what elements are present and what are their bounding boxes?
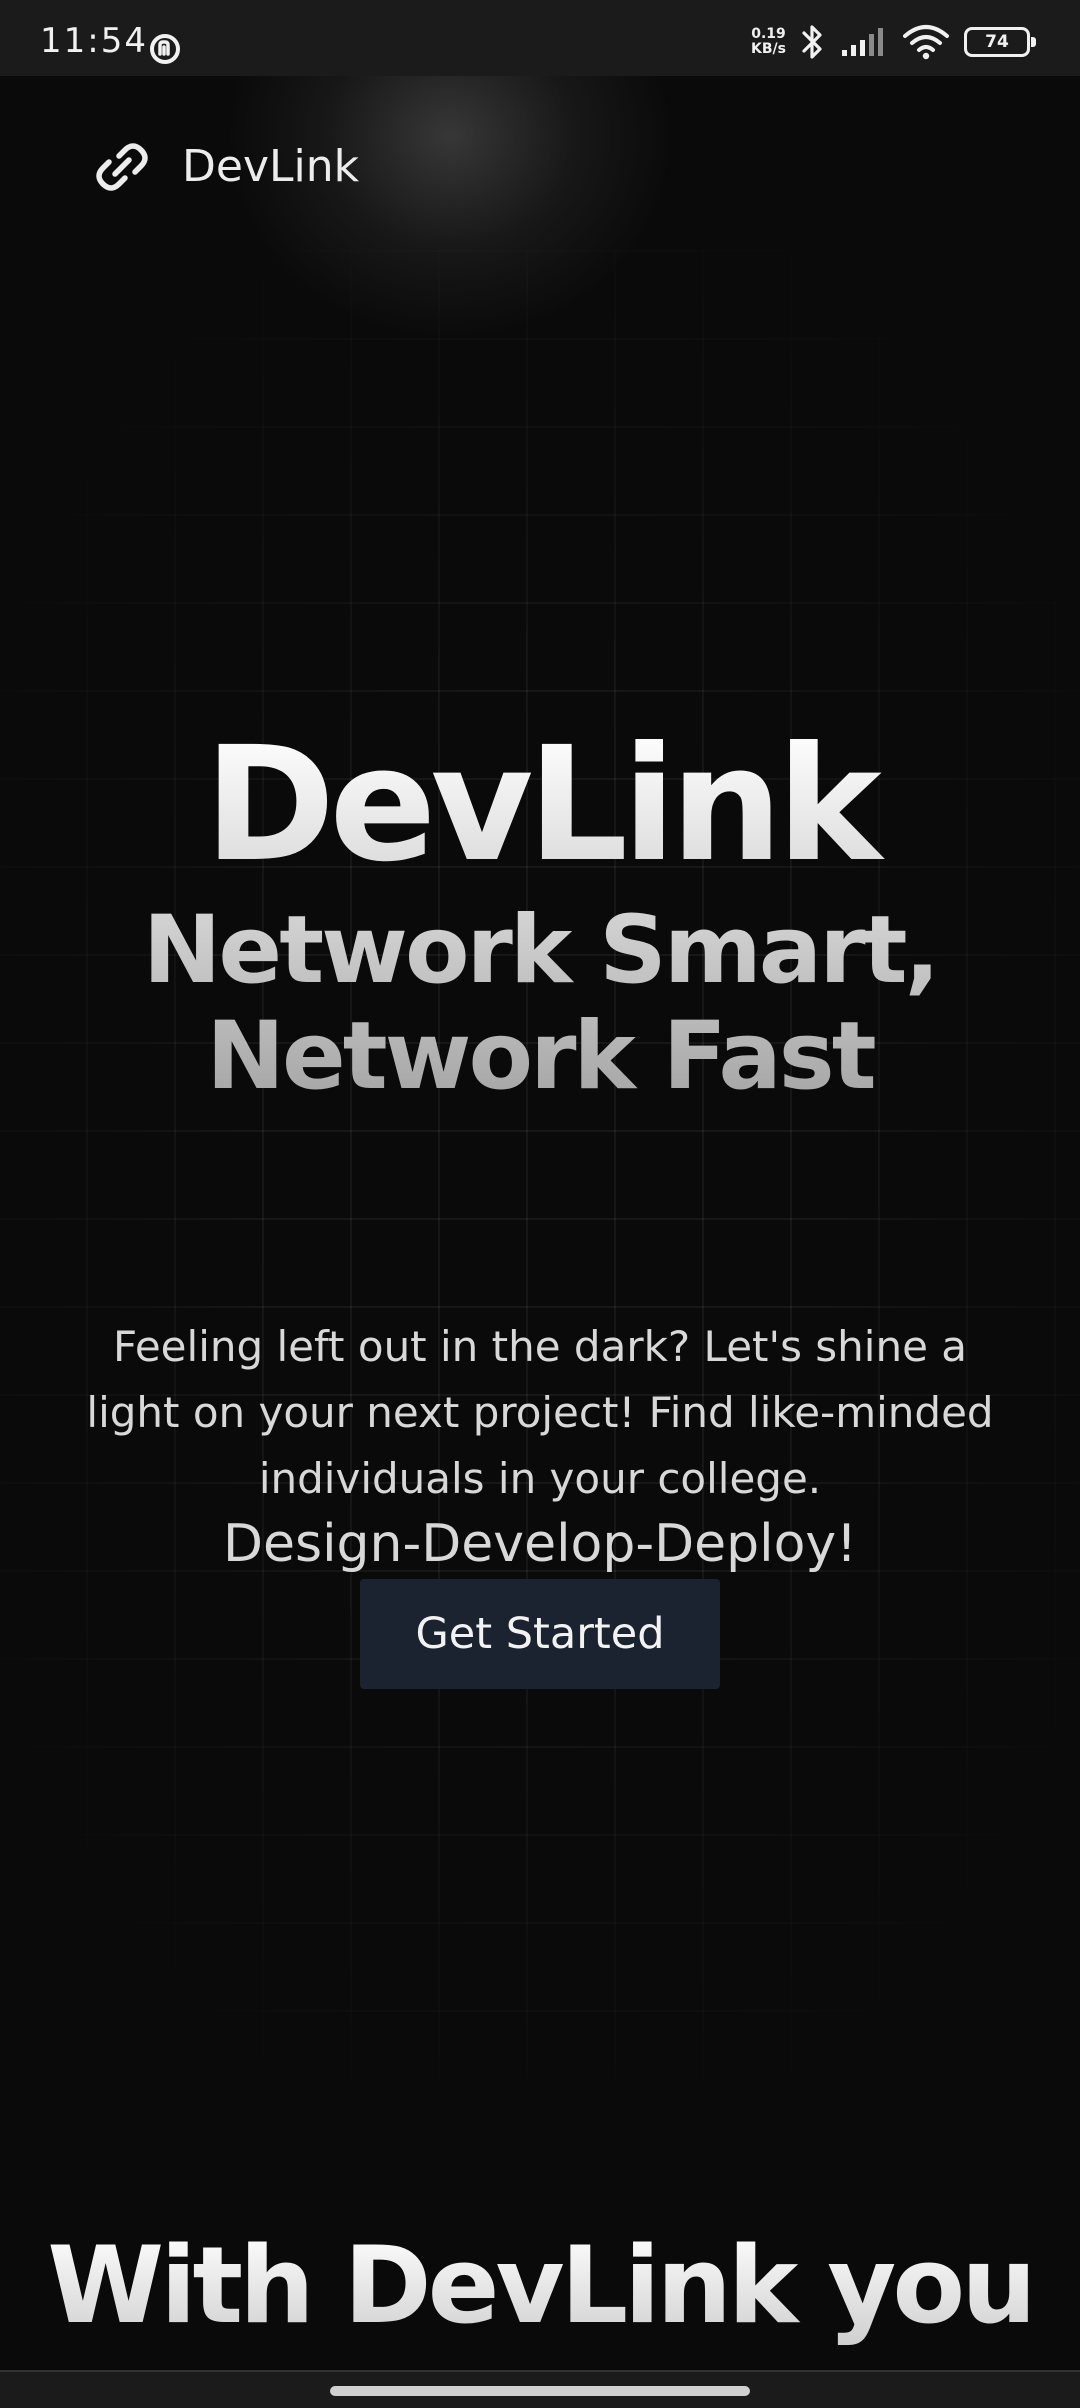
brand-name[interactable]: DevLink <box>182 145 359 189</box>
network-speed-unit: KB/s <box>751 41 786 57</box>
landing-page[interactable]: DevLink DevLink Network Smart, Network F… <box>0 76 1080 2370</box>
network-speed-value: 0.19 <box>751 26 786 42</box>
app-notification-icon <box>150 34 180 64</box>
description-line: Feeling left out in the dark? Let's shin… <box>112 1322 968 1371</box>
get-started-button[interactable]: Get Started <box>360 1579 720 1689</box>
hero-subtitle-line: Network Fast <box>206 1002 874 1111</box>
home-indicator[interactable] <box>330 2386 750 2396</box>
hero-tagline: Design-Develop-Deploy! <box>222 1514 858 1574</box>
app-header[interactable]: DevLink <box>92 132 359 202</box>
description-line: light on your next project! Find like-mi… <box>86 1388 994 1437</box>
battery-level: 74 <box>985 31 1009 52</box>
grid-background <box>0 250 1080 2082</box>
description-line: individuals in your college. <box>258 1454 822 1503</box>
link-icon <box>96 143 148 191</box>
bluetooth-icon <box>802 25 822 59</box>
network-speed: 0.19 KB/s <box>751 27 786 57</box>
hero-subtitle-line: Network Smart, <box>142 896 938 1005</box>
status-icons: 0.19 KB/s 74 <box>751 22 1036 62</box>
system-nav-bar <box>0 2370 1080 2408</box>
hero-subtitle: Network Smart, Network Fast <box>0 898 1080 1110</box>
hero-description: Feeling left out in the dark? Let's shin… <box>60 1314 1020 1512</box>
signal-icon <box>842 28 883 56</box>
status-time: 11:54 <box>40 21 148 61</box>
app-screen: 11:54 0.19 KB/s 74 DevLink DevLink Netwo… <box>0 0 1080 2408</box>
section-heading: With DevLink you <box>0 2226 1080 2346</box>
hero-title: DevLink <box>0 726 1080 884</box>
battery-icon: 74 <box>964 27 1036 57</box>
wifi-icon <box>903 25 949 60</box>
status-bar: 11:54 0.19 KB/s 74 <box>0 0 1080 76</box>
